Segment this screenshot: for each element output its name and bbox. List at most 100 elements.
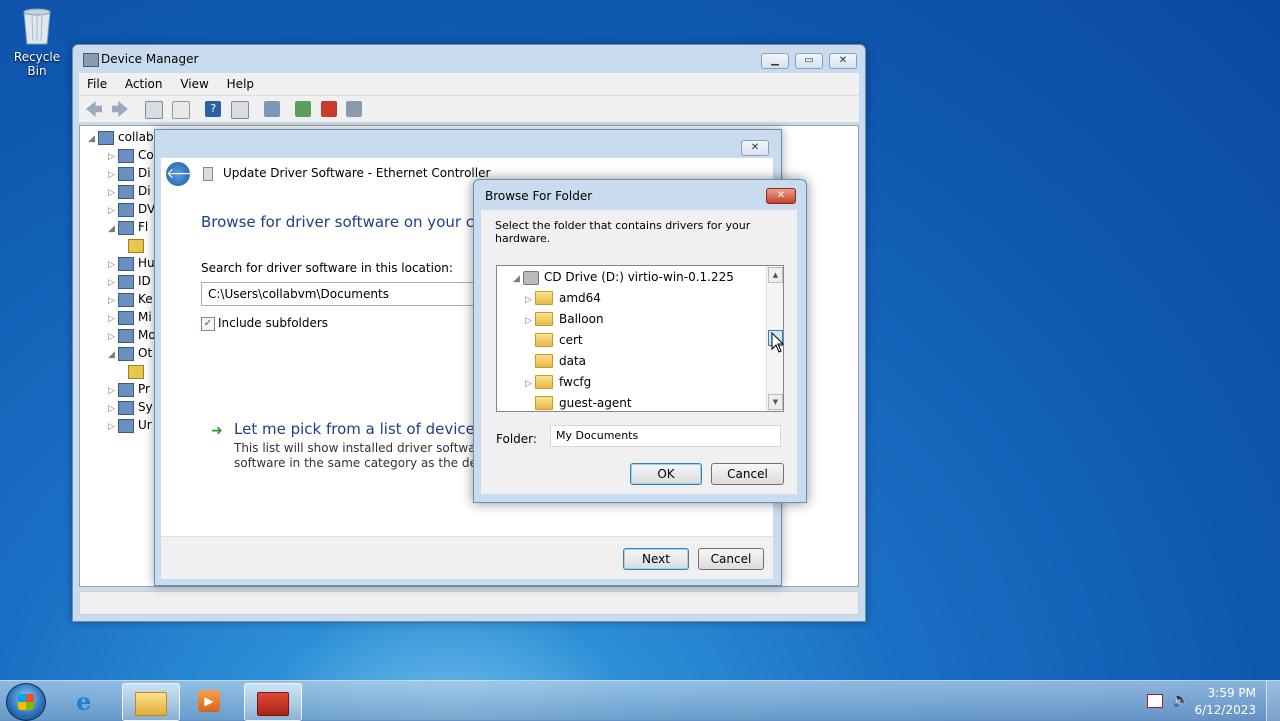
- toolbar: ?: [79, 95, 859, 122]
- cd-drive-icon: [523, 270, 539, 285]
- recycle-bin-desktop-icon[interactable]: Recycle Bin: [4, 6, 70, 78]
- clock-time[interactable]: 3:59 PM: [1200, 686, 1256, 700]
- menu-help[interactable]: Help: [227, 77, 254, 91]
- menu-view[interactable]: View: [180, 77, 208, 91]
- search-location-input[interactable]: C:\Users\collabvm\Documents: [201, 282, 509, 306]
- update-driver-title: Update Driver Software - Ethernet Contro…: [223, 166, 491, 180]
- include-subfolders-label: Include subfolders: [218, 316, 329, 330]
- processor-icon: [118, 382, 134, 397]
- device-manager-titlebar[interactable]: Device Manager ▁ ▭ ✕: [73, 45, 865, 73]
- tree-item[interactable]: ▷ Sy: [108, 398, 153, 416]
- scroll-down-button[interactable]: ▼: [768, 394, 783, 410]
- start-button[interactable]: [6, 683, 46, 721]
- tree-root[interactable]: ◢ collab: [88, 128, 154, 146]
- monitor-icon: [118, 328, 134, 343]
- update-driver-icon[interactable]: [294, 101, 311, 117]
- tree-drive[interactable]: ◢ CD Drive (D:) virtio-win-0.1.225: [513, 267, 734, 287]
- recycle-bin-label: Recycle Bin: [13, 50, 61, 78]
- uninstall-icon[interactable]: [320, 101, 337, 117]
- tree-item[interactable]: ▷ Di: [108, 182, 151, 200]
- help-icon[interactable]: ?: [205, 101, 222, 117]
- browse-folder-body: Select the folder that contains drivers …: [481, 210, 797, 494]
- tree-item[interactable]: ▷ Co: [108, 146, 154, 164]
- tree-folder-fwcfg[interactable]: ▷ fwcfg: [525, 372, 591, 392]
- taskbar-device-manager[interactable]: [244, 683, 302, 721]
- view-icon[interactable]: [231, 101, 250, 119]
- tree-item[interactable]: ▷ Ke: [108, 290, 153, 308]
- menu-action[interactable]: Action: [125, 77, 163, 91]
- folder-icon: [535, 374, 553, 389]
- tree-folder-guest-agent[interactable]: guest-agent: [525, 393, 632, 413]
- taskbar-file-explorer[interactable]: [122, 683, 180, 721]
- computer-icon: [98, 130, 114, 145]
- tree-item[interactable]: ▷ Ur: [108, 416, 152, 434]
- properties-icon[interactable]: [172, 101, 191, 119]
- other-devices-icon: [118, 346, 134, 361]
- tree-item[interactable]: ▷ DV: [108, 200, 155, 218]
- close-button[interactable]: ✕: [829, 53, 857, 69]
- system-devices-icon: [118, 400, 134, 415]
- folder-icon: [535, 395, 553, 410]
- update-driver-close-button[interactable]: ✕: [741, 140, 769, 156]
- disable-icon[interactable]: [346, 101, 363, 117]
- browse-folder-dialog: Browse For Folder ✕ Select the folder th…: [473, 179, 807, 503]
- device-manager-title: Device Manager: [101, 52, 199, 66]
- browse-cancel-button[interactable]: Cancel: [711, 463, 784, 485]
- taskbar-internet-explorer[interactable]: e: [62, 683, 118, 719]
- folder-input[interactable]: My Documents: [550, 425, 781, 447]
- folder-label: Folder:: [496, 432, 537, 446]
- volume-muted-icon[interactable]: 🔈: [1172, 692, 1189, 708]
- tree-item[interactable]: ▷ Pr: [108, 380, 150, 398]
- folder-icon: [535, 353, 553, 368]
- device-category-icon: [118, 202, 134, 217]
- tree-folder-cert[interactable]: cert: [525, 330, 583, 350]
- tree-folder-balloon[interactable]: ▷ Balloon: [525, 309, 604, 329]
- menu-file[interactable]: File: [87, 77, 107, 91]
- device-category-icon: [118, 220, 134, 235]
- pick-desc-line2: software in the same category as the dev…: [234, 456, 506, 470]
- maximize-button[interactable]: ▭: [795, 53, 823, 69]
- tree-folder-data[interactable]: data: [525, 351, 586, 371]
- tree-item[interactable]: ▷ Mo: [108, 326, 156, 344]
- pick-desc-line1: This list will show installed driver sof…: [234, 441, 511, 455]
- include-subfolders-checkbox[interactable]: ✓: [201, 317, 215, 331]
- folder-tree: ◢ CD Drive (D:) virtio-win-0.1.225 ▷ amd64…: [496, 265, 784, 412]
- tree-item[interactable]: [128, 362, 148, 380]
- scan-hardware-icon[interactable]: [263, 101, 280, 117]
- pick-from-list-link[interactable]: Let me pick from a list of device dri: [234, 420, 500, 438]
- clock-date[interactable]: 6/12/2023: [1194, 703, 1256, 717]
- tree-item[interactable]: ◢ Fl: [108, 218, 148, 236]
- ok-button[interactable]: OK: [630, 463, 702, 485]
- back-arrow-icon[interactable]: [86, 101, 102, 117]
- browse-folder-close-button[interactable]: ✕: [766, 188, 796, 204]
- back-button[interactable]: 🡐: [166, 162, 204, 186]
- tree-item[interactable]: ◢ Ot: [108, 344, 152, 362]
- tree-item[interactable]: ▷ Mi: [108, 308, 152, 326]
- cancel-button[interactable]: Cancel: [698, 548, 764, 570]
- tree-folder-amd64[interactable]: ▷ amd64: [525, 288, 601, 308]
- minimize-button[interactable]: ▁: [761, 53, 789, 69]
- show-desktop-button[interactable]: [1266, 681, 1280, 721]
- status-bar: [79, 591, 859, 615]
- tree-item[interactable]: ▷ Di: [108, 164, 151, 182]
- media-player-icon: ▶: [198, 690, 220, 712]
- browse-folder-title: Browse For Folder: [485, 189, 593, 203]
- tree-item[interactable]: ▷ ID: [108, 272, 151, 290]
- file-explorer-icon: [135, 692, 167, 716]
- next-button[interactable]: Next: [623, 548, 689, 570]
- scroll-up-button[interactable]: ▲: [768, 267, 783, 283]
- taskbar-media-player[interactable]: ▶: [182, 683, 238, 719]
- browse-heading: Browse for driver software on your com: [201, 213, 498, 231]
- mouse-cursor-icon: [771, 331, 785, 357]
- action-center-flag-icon[interactable]: [1147, 694, 1163, 708]
- forward-arrow-icon[interactable]: [111, 101, 128, 117]
- search-location-label: Search for driver software in this locat…: [201, 261, 453, 275]
- usb-icon: [118, 418, 134, 433]
- show-hide-tree-icon[interactable]: [144, 101, 163, 119]
- warning-device-icon: [128, 238, 144, 253]
- tree-item[interactable]: ▷ Hu: [108, 254, 155, 272]
- device-category-icon: [118, 148, 134, 163]
- tree-item[interactable]: [128, 236, 148, 254]
- folder-icon: [535, 311, 553, 326]
- instruction-text: Select the folder that contains drivers …: [495, 219, 751, 245]
